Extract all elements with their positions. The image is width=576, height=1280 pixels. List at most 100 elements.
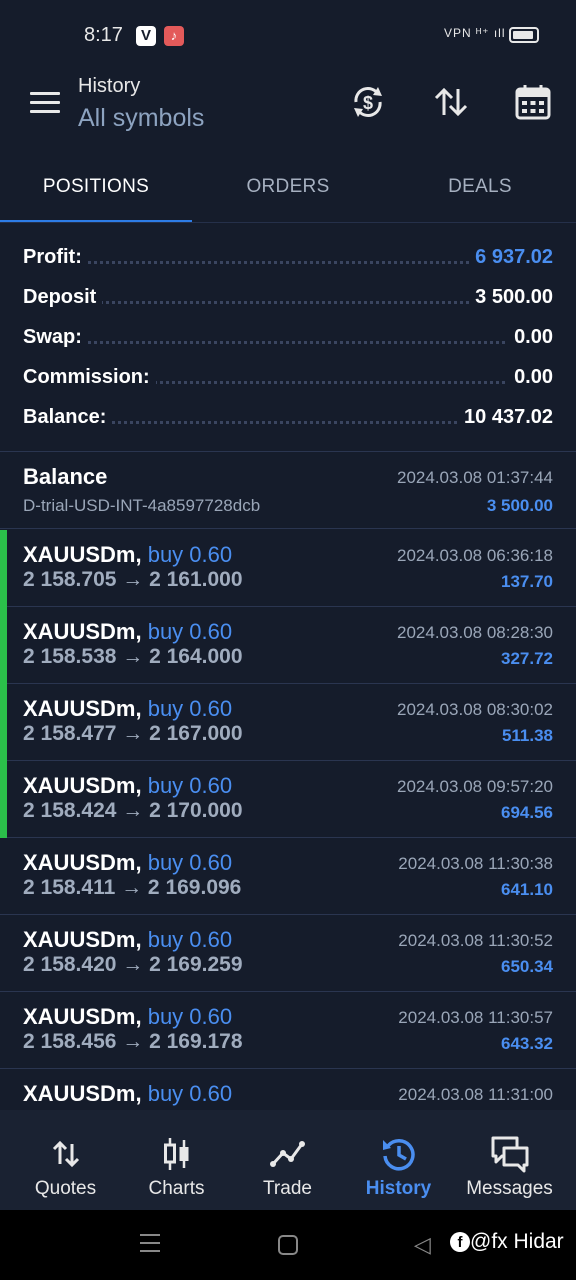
position-prices: 2 158.477 → 2 167.000 <box>23 722 243 745</box>
balance-value: 10 437.02 <box>458 406 553 429</box>
history-icon <box>382 1138 415 1171</box>
balance-label: Balance: <box>23 406 113 429</box>
deposit-label: Deposit <box>23 286 103 309</box>
nav-trade-label: Trade <box>263 1178 312 1199</box>
position-time: 2024.03.08 08:28:30 <box>397 623 553 642</box>
position-row[interactable]: XAUUSDm, buy 0.60 2 158.420 → 2 169.259 … <box>0 915 576 992</box>
page-title: History <box>78 75 141 97</box>
summary-panel: Profit: 6 937.02 Deposit 3 500.00 Swap: … <box>0 238 576 438</box>
status-time: 8:17 <box>84 24 123 46</box>
balance-entry-description: D-trial-USD-INT-4a8597728dcb <box>23 496 261 515</box>
sort-icon[interactable] <box>431 82 471 122</box>
position-row[interactable]: XAUUSDm, buy 0.60 2 158.411 → 2 169.096 … <box>0 838 576 915</box>
position-row[interactable]: XAUUSDm, buy 0.60 2 158.538 → 2 164.000 … <box>0 607 576 684</box>
tab-bar: POSITIONS ORDERS DEALS <box>0 160 576 224</box>
position-row[interactable]: XAUUSDm, buy 0.60 2 158.705 → 2 161.000 … <box>0 530 576 607</box>
position-prices: 2 158.420 → 2 169.259 <box>23 953 243 976</box>
bottom-navigation: Quotes Charts Trade History Messages <box>0 1110 576 1210</box>
symbol-text: XAUUSDm, <box>23 696 142 721</box>
position-time: 2024.03.08 11:30:57 <box>398 1008 553 1027</box>
svg-text:$: $ <box>363 93 373 113</box>
position-profit: 641.10 <box>501 880 553 899</box>
recent-apps-icon[interactable] <box>140 1234 160 1252</box>
deposit-value: 3 500.00 <box>469 286 553 309</box>
symbol-text: XAUUSDm, <box>23 773 142 798</box>
commission-label: Commission: <box>23 366 156 389</box>
position-profit: 511.38 <box>501 726 553 745</box>
quotes-icon <box>52 1140 79 1168</box>
position-time: 2024.03.08 06:36:18 <box>397 546 553 565</box>
status-bar: 8:17 V ♪ VPN ᴴ⁺ ıll <box>0 0 576 70</box>
position-prices: 2 158.424 → 2 170.000 <box>23 799 243 822</box>
position-symbol: XAUUSDm, buy 0.60 <box>23 1004 232 1030</box>
nav-charts-label: Charts <box>148 1178 205 1199</box>
positions-list[interactable]: XAUUSDm, buy 0.60 2 158.705 → 2 161.000 … <box>0 530 576 1110</box>
messages-icon <box>491 1136 528 1173</box>
position-time: 2024.03.08 11:31:00 <box>398 1085 553 1104</box>
position-profit: 137.70 <box>501 572 553 591</box>
symbol-text: XAUUSDm, <box>23 619 142 644</box>
divider <box>0 222 576 223</box>
nav-charts[interactable]: Charts <box>119 1110 234 1210</box>
nav-quotes[interactable]: Quotes <box>8 1110 123 1210</box>
nav-messages[interactable]: Messages <box>452 1110 567 1210</box>
symbol-text: XAUUSDm, <box>23 927 142 952</box>
tab-deals[interactable]: DEALS <box>384 160 576 224</box>
nav-history[interactable]: History <box>341 1110 456 1210</box>
summary-row-deposit: Deposit 3 500.00 <box>0 278 576 318</box>
position-type: buy 0.60 <box>147 850 233 875</box>
position-symbol: XAUUSDm, buy 0.60 <box>23 1081 232 1107</box>
profit-label: Profit: <box>23 246 88 269</box>
position-type: buy 0.60 <box>147 542 233 567</box>
swap-label: Swap: <box>23 326 88 349</box>
position-row[interactable]: XAUUSDm, buy 0.60 2 158.424 → 2 170.000 … <box>0 761 576 838</box>
watermark: f @fx Hidar <box>450 1230 564 1254</box>
nav-trade[interactable]: Trade <box>230 1110 345 1210</box>
position-type: buy 0.60 <box>147 619 233 644</box>
position-prices: 2 158.538 → 2 164.000 <box>23 645 243 668</box>
app-header: History All symbols $ <box>0 70 576 150</box>
symbol-filter[interactable]: All symbols <box>78 104 204 133</box>
balance-entry[interactable]: Balance D-trial-USD-INT-4a8597728dcb 202… <box>0 452 576 529</box>
charts-icon <box>163 1138 188 1170</box>
position-prices: 2 158.411 → 2 169.096 <box>23 876 242 899</box>
position-row[interactable]: XAUUSDm, buy 0.60 2024.03.08 11:31:00 <box>0 1069 576 1110</box>
symbol-text: XAUUSDm, <box>23 1004 142 1029</box>
nav-history-label: History <box>365 1178 432 1199</box>
home-icon[interactable] <box>278 1235 298 1255</box>
position-time: 2024.03.08 11:30:52 <box>398 931 553 950</box>
position-profit: 643.32 <box>501 1034 553 1053</box>
tab-orders[interactable]: ORDERS <box>192 160 384 224</box>
position-prices: 2 158.456 → 2 169.178 <box>23 1030 243 1053</box>
summary-row-profit: Profit: 6 937.02 <box>0 238 576 278</box>
position-symbol: XAUUSDm, buy 0.60 <box>23 927 232 953</box>
position-type: buy 0.60 <box>147 927 233 952</box>
back-icon[interactable]: ◁ <box>414 1232 431 1258</box>
battery-icon <box>509 27 539 43</box>
symbol-text: XAUUSDm, <box>23 850 142 875</box>
position-symbol: XAUUSDm, buy 0.60 <box>23 696 232 722</box>
currency-sync-icon[interactable]: $ <box>348 82 388 122</box>
summary-row-swap: Swap: 0.00 <box>0 318 576 358</box>
position-symbol: XAUUSDm, buy 0.60 <box>23 850 232 876</box>
position-symbol: XAUUSDm, buy 0.60 <box>23 773 232 799</box>
position-type: buy 0.60 <box>147 773 233 798</box>
position-prices: 2 158.705 → 2 161.000 <box>23 568 243 591</box>
position-row[interactable]: XAUUSDm, buy 0.60 2 158.477 → 2 167.000 … <box>0 684 576 761</box>
dotted-leader <box>23 341 553 344</box>
position-profit: 327.72 <box>501 649 553 668</box>
position-type: buy 0.60 <box>147 696 233 721</box>
position-symbol: XAUUSDm, buy 0.60 <box>23 542 232 568</box>
tab-positions[interactable]: POSITIONS <box>0 160 192 224</box>
position-time: 2024.03.08 11:30:38 <box>398 854 553 873</box>
trade-icon <box>269 1141 305 1167</box>
position-profit: 650.34 <box>501 957 553 976</box>
signal-icon: VPN ᴴ⁺ ıll <box>444 26 506 40</box>
watermark-text: @fx Hidar <box>470 1230 564 1253</box>
menu-icon[interactable] <box>30 92 60 114</box>
summary-row-commission: Commission: 0.00 <box>0 358 576 398</box>
calendar-icon[interactable] <box>513 82 553 122</box>
swap-value: 0.00 <box>508 326 553 349</box>
nav-quotes-label: Quotes <box>34 1178 97 1199</box>
position-row[interactable]: XAUUSDm, buy 0.60 2 158.456 → 2 169.178 … <box>0 992 576 1069</box>
